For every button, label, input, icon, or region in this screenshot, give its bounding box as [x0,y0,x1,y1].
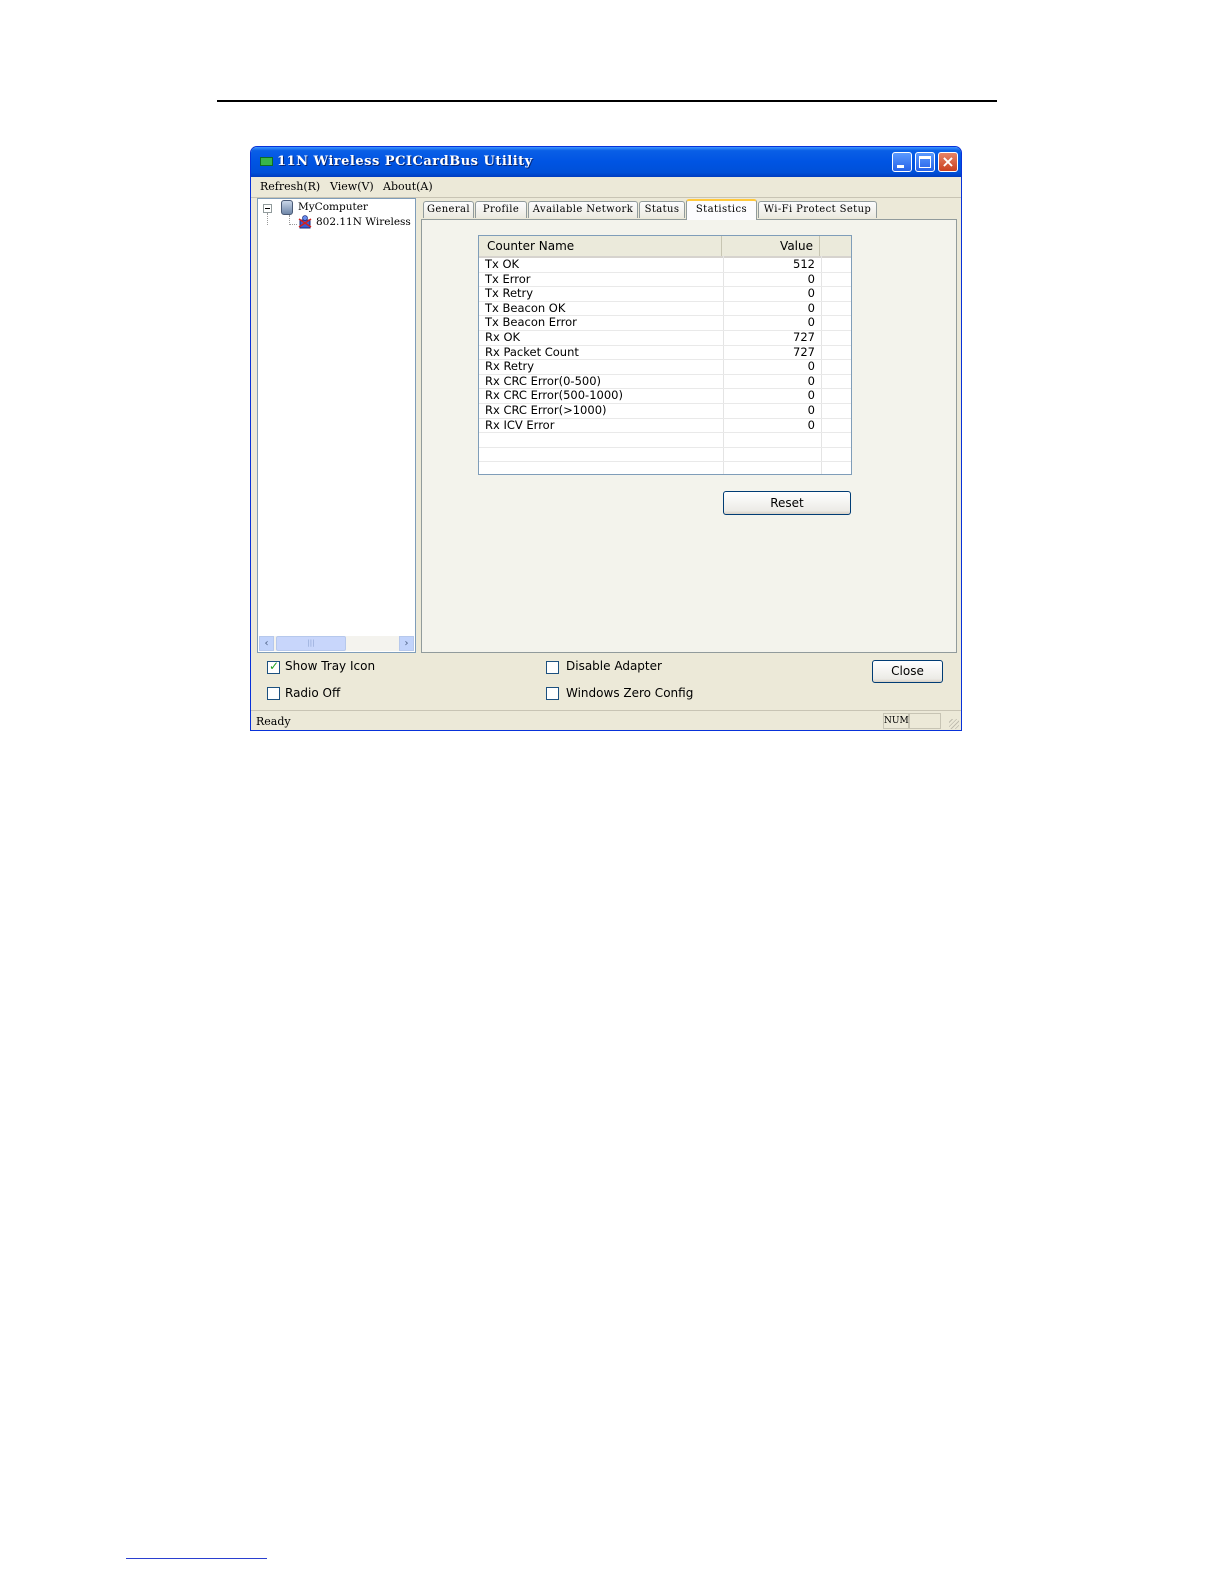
show-tray-icon-label: Show Tray Icon [285,659,376,673]
counter-name: Rx Retry [485,359,535,374]
network-card-icon [260,157,273,166]
counter-value: 0 [807,286,815,301]
table-row[interactable]: Tx Retry 0 [479,286,851,302]
menu-bar: Refresh(R) View(V) About(A) [251,177,961,198]
counter-value: 727 [793,330,815,344]
show-tray-icon-checkbox[interactable] [267,659,280,674]
table-row[interactable]: Rx CRC Error(500-1000) 0 [479,388,851,404]
resize-grip-icon[interactable] [949,719,959,729]
counter-name: Tx Retry [485,286,534,301]
menu-view[interactable]: View(V) [330,180,374,193]
close-button[interactable]: Close [872,660,943,683]
statistics-panel: Counter Name Value Tx OK 512 Tx Error 0 Tx… [421,219,957,653]
page-top-rule [217,100,997,102]
table-row[interactable]: Tx Error 0 [479,271,851,288]
status-bar: Ready NUM [251,710,961,730]
tab-statistics[interactable]: Statistics [686,199,757,220]
collapse-icon[interactable] [263,204,272,213]
utility-window: 11N Wireless PCICardBus Utility × Refres… [250,146,962,731]
counter-name: Tx Beacon Error [485,315,577,330]
tree-node-wireless-adapter[interactable]: 802.11N Wireless [316,216,411,228]
status-pane [909,713,941,729]
scroll-left-icon[interactable]: ‹ [259,636,274,651]
empty-row [479,433,851,448]
tree-connector [267,213,268,225]
counter-value: 0 [807,388,815,403]
counter-value: 0 [807,359,815,374]
reset-button[interactable]: Reset [723,491,851,515]
counter-name: Rx Packet Count [485,344,579,359]
footer-link-underline [126,1558,267,1559]
tab-strip: General Profile Available Network Status… [421,199,959,220]
disable-adapter-checkbox[interactable] [546,661,559,674]
tree-connector [289,224,297,225]
counter-name: Tx Beacon OK [485,300,566,315]
radio-off-label: Radio Off [285,686,341,700]
counter-value: 727 [793,344,815,359]
counter-name: Rx CRC Error(500-1000) [485,388,623,403]
maximize-icon [919,156,931,168]
statistics-list[interactable]: Counter Name Value Tx OK 512 Tx Error 0 Tx… [478,235,852,475]
counter-value: 0 [807,271,815,286]
windows-zero-config-checkbox[interactable] [546,687,559,700]
window-title: 11N Wireless PCICardBus Utility [277,154,533,169]
tab-status[interactable]: Status [639,201,685,218]
wireless-adapter-icon [298,215,312,229]
counter-value: 0 [807,300,815,315]
tab-general[interactable]: General [423,201,474,218]
radio-off-checkbox[interactable] [267,687,280,700]
counter-value: 0 [807,315,815,330]
tree-horizontal-scrollbar[interactable]: ‹ ||| › [259,636,414,651]
window-close-button[interactable]: × [938,152,958,172]
counter-value: 0 [807,373,815,388]
menu-about[interactable]: About(A) [383,180,433,193]
status-text: Ready [256,715,291,728]
disable-adapter-label: Disable Adapter [566,659,662,673]
column-header-counter-name[interactable]: Counter Name [479,236,722,256]
table-row[interactable]: Tx OK 512 [479,257,851,273]
list-header: Counter Name Value [479,236,851,258]
counter-value: 0 [807,417,815,432]
windows-zero-config-label: Windows Zero Config [566,686,694,700]
scroll-right-icon[interactable]: › [399,636,414,651]
computer-icon [281,200,293,215]
menu-refresh[interactable]: Refresh(R) [260,180,320,193]
counter-name: Rx ICV Error [485,417,555,432]
minimize-icon [897,165,904,168]
tab-available-network[interactable]: Available Network [528,201,638,218]
title-bar[interactable]: 11N Wireless PCICardBus Utility × [251,147,961,177]
table-row[interactable]: Rx CRC Error(>1000) 0 [479,403,851,419]
counter-value: 0 [807,403,815,417]
counter-value: 512 [793,257,815,271]
table-row[interactable]: Tx Beacon Error 0 [479,315,851,331]
table-row[interactable]: Rx Retry 0 [479,359,851,375]
table-row[interactable]: Rx Packet Count 727 [479,344,851,361]
tab-profile[interactable]: Profile [475,201,527,218]
counter-name: Tx Error [485,271,531,286]
scroll-thumb[interactable]: ||| [276,636,346,651]
device-tree: MyComputer 802.11N Wireless ‹ ||| › [257,198,416,653]
table-row[interactable]: Rx CRC Error(0-500) 0 [479,373,851,390]
table-row[interactable]: Rx ICV Error 0 [479,417,851,434]
table-row[interactable]: Tx Beacon OK 0 [479,300,851,317]
counter-name: Rx CRC Error(>1000) [485,403,607,417]
num-lock-indicator: NUM [883,713,909,729]
minimize-button[interactable] [892,152,912,172]
table-row[interactable]: Rx OK 727 [479,330,851,346]
tree-node-mycomputer[interactable]: MyComputer [298,201,368,213]
counter-name: Rx CRC Error(0-500) [485,373,602,388]
tab-wifi-protect-setup[interactable]: Wi-Fi Protect Setup [758,201,877,218]
column-header-value[interactable]: Value [723,236,820,256]
counter-name: Tx OK [485,257,520,271]
counter-name: Rx OK [485,330,521,344]
maximize-button[interactable] [915,152,935,172]
empty-row [479,448,851,463]
close-icon: × [941,152,955,171]
